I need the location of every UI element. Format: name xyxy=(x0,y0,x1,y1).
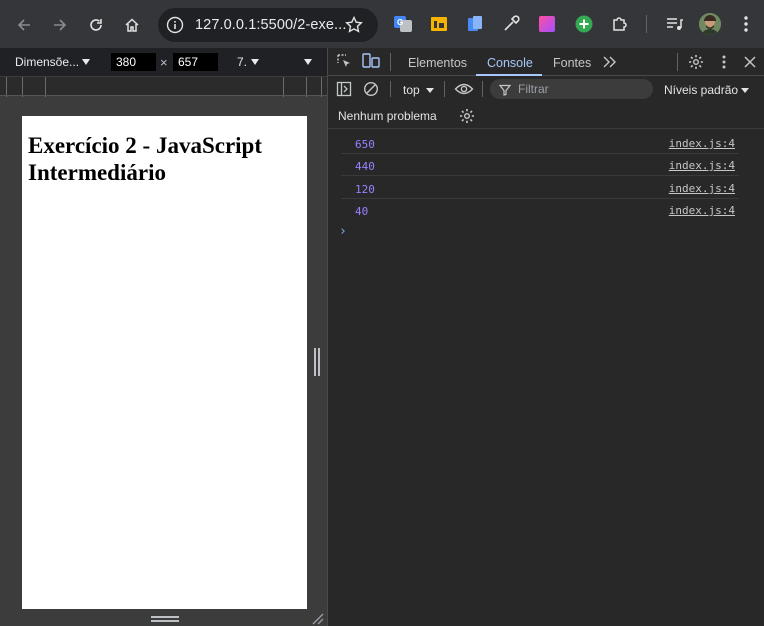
screen: 127.0.0.1:5500/2-exe... G Dimensõe... 38… xyxy=(0,0,764,626)
translate-extension-icon[interactable]: G xyxy=(393,14,413,34)
log-source-link[interactable]: index.js:4 xyxy=(669,182,735,195)
tab-separator xyxy=(390,53,391,71)
filter-placeholder: Filtrar xyxy=(518,82,549,96)
console-message: 120 index.js:4 xyxy=(341,177,739,199)
handle-line xyxy=(314,348,316,376)
dimensions-dropdown[interactable]: Dimensõe... xyxy=(15,55,79,69)
home-button[interactable] xyxy=(120,13,144,37)
clear-console-icon[interactable] xyxy=(363,81,379,97)
ext-green-plus-icon[interactable] xyxy=(574,14,594,34)
svg-text:G: G xyxy=(397,18,403,27)
ruler-tick xyxy=(283,77,284,97)
extensions-puzzle-icon[interactable] xyxy=(610,14,630,34)
reload-icon xyxy=(90,19,102,31)
address-bar[interactable]: 127.0.0.1:5500/2-exe... xyxy=(158,8,378,42)
back-arrow-icon xyxy=(17,19,30,31)
toolbar-separator xyxy=(646,15,647,33)
toolbar-separator xyxy=(444,81,445,97)
handle-line xyxy=(151,616,179,618)
reload-button[interactable] xyxy=(84,13,108,37)
site-info-icon[interactable] xyxy=(166,16,184,39)
width-resize-handle[interactable] xyxy=(314,348,320,376)
log-source-link[interactable]: index.js:4 xyxy=(669,159,735,172)
zoom-dropdown[interactable]: 7. xyxy=(237,55,247,69)
corner-resize-handle[interactable] xyxy=(310,611,324,626)
chevron-down-icon[interactable] xyxy=(82,59,90,65)
ext-gradient-icon[interactable] xyxy=(537,14,557,34)
console-message: 40 index.js:4 xyxy=(341,199,739,221)
ruler-tick xyxy=(22,77,23,97)
issues-label[interactable]: Nenhum problema xyxy=(338,109,437,123)
ext-blue-icon[interactable] xyxy=(465,14,485,34)
home-icon xyxy=(125,18,139,32)
height-resize-handle[interactable] xyxy=(151,614,179,622)
ruler-tick xyxy=(321,77,322,97)
console-settings-gear-icon[interactable] xyxy=(459,108,475,129)
sidebar-toggle-icon[interactable] xyxy=(336,81,352,97)
more-options-chevron-icon[interactable] xyxy=(304,59,312,65)
tab-elements[interactable]: Elementos xyxy=(408,56,467,70)
log-value: 650 xyxy=(355,138,375,151)
close-devtools-icon[interactable] xyxy=(742,54,758,70)
ruler-baseline xyxy=(0,95,327,96)
tab-console[interactable]: Console xyxy=(487,56,533,70)
ext-yellow-icon[interactable] xyxy=(429,14,449,34)
handle-line xyxy=(151,620,179,622)
chevron-down-icon[interactable] xyxy=(426,88,434,93)
back-button[interactable] xyxy=(12,13,36,37)
corner-resize-icon xyxy=(312,613,324,625)
settings-gear-icon[interactable] xyxy=(688,54,704,70)
bookmark-star-icon[interactable] xyxy=(344,15,364,40)
browser-toolbar xyxy=(0,0,764,48)
url-text[interactable]: 127.0.0.1:5500/2-exe... xyxy=(195,17,346,33)
profile-avatar[interactable] xyxy=(699,13,721,35)
log-levels-dropdown[interactable]: Níveis padrão xyxy=(664,83,738,97)
media-query-ruler xyxy=(0,76,327,97)
chevron-down-icon[interactable] xyxy=(741,88,749,93)
live-expression-eye-icon[interactable] xyxy=(454,81,474,97)
device-toggle-icon[interactable] xyxy=(362,53,380,69)
inspect-element-icon[interactable] xyxy=(336,53,352,69)
times-sign: × xyxy=(160,55,168,70)
console-message: 650 index.js:4 xyxy=(341,132,739,154)
height-input[interactable]: 657 xyxy=(173,53,218,71)
issues-bar: Nenhum problema xyxy=(328,103,764,129)
active-tab-indicator xyxy=(476,74,542,76)
kebab-menu-icon[interactable] xyxy=(736,14,756,34)
device-toolbar: Dimensõe... 380 × 657 7. xyxy=(0,48,327,76)
tab-separator xyxy=(677,53,678,71)
console-message: 440 index.js:4 xyxy=(341,154,739,176)
ruler-tick xyxy=(45,77,46,97)
filter-funnel-icon xyxy=(498,83,512,101)
forward-button[interactable] xyxy=(48,13,72,37)
chevron-down-icon[interactable] xyxy=(251,59,259,65)
media-queue-icon[interactable] xyxy=(664,14,684,34)
tab-sources[interactable]: Fontes xyxy=(553,56,591,70)
devtools-menu-icon[interactable] xyxy=(716,54,732,70)
handle-line xyxy=(318,348,320,376)
log-source-link[interactable]: index.js:4 xyxy=(669,204,735,217)
log-value: 40 xyxy=(355,205,369,218)
log-value: 120 xyxy=(355,183,375,196)
more-tabs-icon[interactable] xyxy=(602,55,618,69)
ruler-tick xyxy=(6,77,7,97)
width-input[interactable]: 380 xyxy=(111,53,156,71)
toolbar-separator xyxy=(482,81,483,97)
console-prompt[interactable]: › xyxy=(339,224,347,239)
rendered-page: Exercício 2 - JavaScript Intermediário xyxy=(22,116,307,609)
forward-arrow-icon xyxy=(54,19,67,31)
log-source-link[interactable]: index.js:4 xyxy=(669,137,735,150)
log-value: 440 xyxy=(355,160,375,173)
filter-input[interactable]: Filtrar xyxy=(490,79,653,99)
page-heading: Exercício 2 - JavaScript Intermediário xyxy=(28,133,262,185)
eyedropper-icon[interactable] xyxy=(501,14,521,34)
ruler-tick xyxy=(306,77,307,97)
context-selector[interactable]: top xyxy=(403,83,420,97)
toolbar-separator xyxy=(390,81,391,97)
